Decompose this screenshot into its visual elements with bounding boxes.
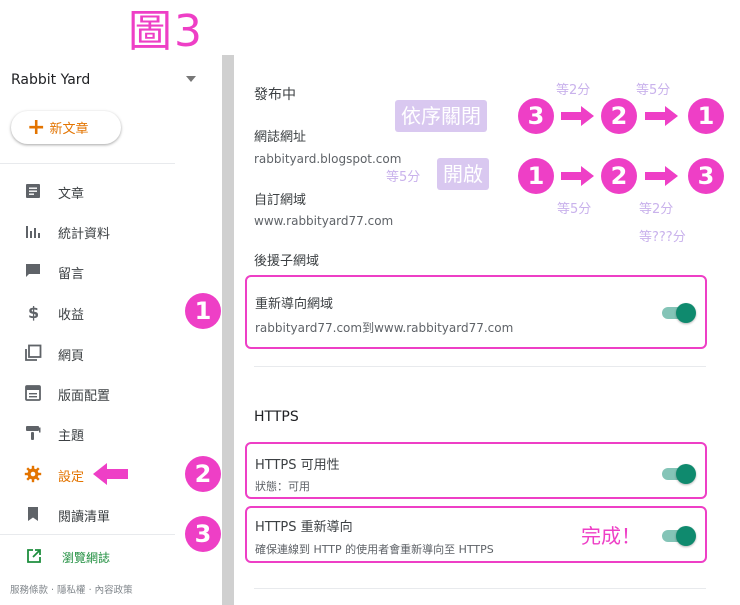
sidebar-item-theme[interactable]: 主題 (0, 413, 220, 453)
toggle-knob (676, 526, 696, 546)
arrow-right-icon (561, 166, 594, 186)
https-heading: HTTPS (254, 409, 299, 425)
step-badge-3: 3 (518, 98, 554, 134)
sidebar-item-comments[interactable]: 留言 (0, 251, 220, 291)
sidebar-item-label: 文章 (58, 187, 85, 202)
theme-icon (26, 426, 41, 440)
redirect-domain-toggle[interactable] (662, 303, 696, 323)
view-blog-label: 瀏覽網誌 (62, 551, 111, 565)
publishing-heading: 發布中 (254, 87, 296, 103)
custom-domain-value[interactable]: www.rabbityard77.com (254, 214, 393, 228)
dollar-icon: $ (28, 303, 39, 321)
wait-annotation: 等5分 (636, 83, 671, 98)
sidebar-item-label: 版面配置 (58, 389, 111, 404)
wait-annotation: 等2分 (556, 83, 591, 98)
layout-icon (25, 385, 41, 401)
redirect-domain-label: 重新導向網域 (255, 297, 334, 312)
https-redirect-toggle[interactable] (662, 526, 696, 546)
wait-annotation: 等5分 (386, 170, 421, 185)
redirect-domain-setting[interactable]: 重新導向網域 rabbityard77.com到www.rabbityard77… (245, 275, 707, 349)
arrow-right-icon (645, 166, 678, 186)
section-divider (254, 588, 706, 589)
wait-annotation: 等2分 (639, 202, 674, 217)
https-redirect-value: 確保連線到 HTTP 的使用者會重新導向至 HTTPS (255, 543, 494, 556)
sidebar-divider (0, 163, 175, 164)
arrow-right-icon (645, 106, 678, 126)
sidebar-item-label: 設定 (58, 470, 85, 485)
step-badge-3: 3 (688, 158, 724, 194)
step-badge-2: 2 (601, 98, 637, 134)
sidebar-item-label: 留言 (58, 267, 85, 282)
figure-title: 圖3 (128, 6, 204, 57)
chevron-down-icon[interactable] (186, 76, 196, 82)
open-external-icon (27, 549, 41, 563)
plus-icon: + (27, 114, 46, 140)
sidebar-item-label: 統計資料 (58, 227, 111, 242)
sidebar-item-label: 閱讀清單 (58, 510, 111, 525)
step-badge-2: 2 (601, 158, 637, 194)
sidebar-item-label: 主題 (58, 429, 85, 444)
https-redirect-setting[interactable]: HTTPS 重新導向 確保連線到 HTTP 的使用者會重新導向至 HTTPS 完… (245, 506, 707, 563)
sidebar-item-posts[interactable]: 文章 (0, 171, 220, 211)
post-icon (26, 184, 40, 198)
custom-domain-label: 自訂網域 (254, 193, 307, 208)
pointer-arrow-icon (93, 463, 128, 485)
blog-address-label: 網誌網址 (254, 130, 307, 145)
close-order-label: 依序關閉 (395, 100, 487, 132)
https-redirect-label: HTTPS 重新導向 (255, 520, 353, 535)
gear-icon (24, 465, 42, 483)
comment-icon (26, 264, 40, 277)
section-divider (254, 366, 706, 367)
https-availability-toggle[interactable] (662, 464, 696, 484)
wait-annotation: 等5分 (557, 202, 592, 217)
scrollbar[interactable] (222, 55, 234, 605)
pages-icon (25, 344, 42, 361)
step-badge-1: 1 (518, 158, 554, 194)
sidebar-item-label: 網頁 (58, 349, 85, 364)
https-availability-value: 狀態：可用 (255, 480, 310, 493)
wait-annotation: 等???分 (639, 230, 686, 245)
redirect-domain-value: rabbityard77.com到www.rabbityard77.com (255, 321, 514, 335)
https-availability-setting[interactable]: HTTPS 可用性 狀態：可用 (245, 442, 707, 499)
done-annotation: 完成！ (581, 524, 641, 548)
sidebar-item-label: 收益 (58, 308, 85, 323)
new-post-label: 新文章 (49, 122, 89, 137)
step-badge-3: 3 (185, 516, 221, 552)
toggle-knob (676, 464, 696, 484)
blog-name[interactable]: Rabbit Yard (11, 72, 90, 88)
svg-text:$: $ (28, 303, 39, 321)
footer-links[interactable]: 服務條款 · 隱私權 · 內容政策 (10, 582, 133, 596)
stats-icon (26, 226, 40, 238)
open-label: 開啟 (437, 158, 489, 190)
sidebar-item-layout[interactable]: 版面配置 (0, 373, 220, 413)
step-badge-1: 1 (688, 98, 724, 134)
step-badge-2: 2 (185, 456, 221, 492)
bookmark-icon (28, 507, 38, 521)
arrow-right-icon (561, 106, 594, 126)
toggle-knob (676, 303, 696, 323)
https-availability-label: HTTPS 可用性 (255, 458, 340, 473)
new-post-button[interactable]: + 新文章 (11, 111, 121, 144)
fallback-domain-label[interactable]: 後援子網域 (254, 250, 319, 269)
blog-address-value[interactable]: rabbityard.blogspot.com (254, 152, 401, 166)
step-badge-1: 1 (185, 293, 221, 329)
sidebar-item-pages[interactable]: 網頁 (0, 333, 220, 373)
sidebar-divider (0, 534, 175, 535)
sidebar-item-stats[interactable]: 統計資料 (0, 211, 220, 251)
